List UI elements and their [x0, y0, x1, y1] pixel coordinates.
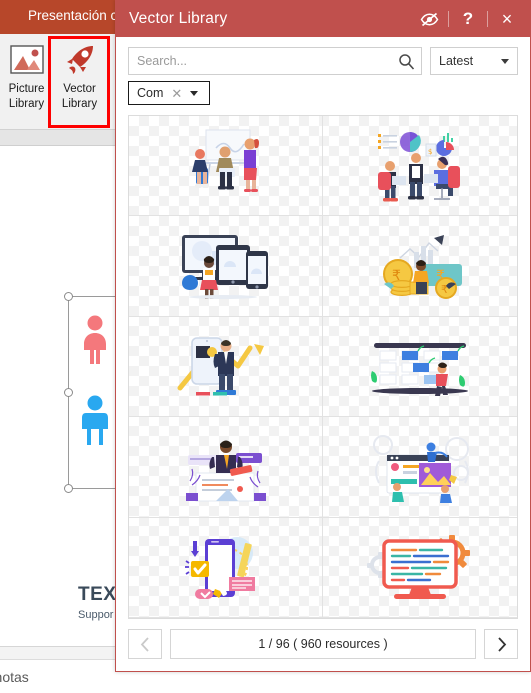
search-icon[interactable] — [391, 48, 421, 74]
search-box[interactable] — [128, 47, 422, 75]
pagination: 1 / 96 ( 960 resources ) — [116, 619, 530, 671]
person-icon-male — [78, 394, 112, 451]
notes-placeholder: r notas — [0, 669, 29, 685]
sort-dropdown[interactable]: Latest — [430, 47, 518, 75]
close-icon[interactable]: × — [494, 6, 520, 32]
chevron-down-icon[interactable] — [190, 90, 199, 96]
sort-dropdown-value: Latest — [439, 54, 474, 68]
vector-library-panel: Vector Library ? × Search... Latest Com … — [115, 0, 531, 672]
close-icon[interactable]: ✕ — [171, 87, 182, 100]
divider — [448, 11, 449, 27]
hide-icon[interactable] — [416, 6, 442, 32]
panel-title: Vector Library — [129, 10, 228, 27]
search-row: Latest — [116, 37, 530, 75]
rocket-icon — [60, 40, 100, 80]
vector-thumbnail[interactable] — [323, 417, 517, 518]
resize-handle[interactable] — [64, 484, 73, 493]
person-icon-female — [78, 314, 112, 371]
panel-title-actions: ? × — [416, 1, 530, 37]
ribbon-button-label: Vector — [63, 83, 96, 95]
vector-thumbnail[interactable]: $ — [323, 116, 517, 217]
help-icon[interactable]: ? — [455, 6, 481, 32]
ribbon-button-picture-library[interactable]: Picture Library — [0, 40, 53, 124]
picture-icon — [7, 40, 47, 80]
panel-titlebar: Vector Library ? × — [116, 1, 530, 37]
resize-handle[interactable] — [64, 387, 73, 397]
resize-handle[interactable] — [64, 292, 73, 301]
filter-row: Com ✕ — [116, 75, 530, 105]
vector-thumbnail[interactable] — [323, 317, 517, 418]
filter-chip-com[interactable]: Com ✕ — [128, 81, 210, 105]
ribbon-button-label: Library — [61, 98, 98, 110]
slide-heading: TEX — [78, 584, 117, 605]
ribbon-button-label: Picture — [8, 83, 45, 95]
prev-page-button[interactable] — [128, 629, 162, 659]
results-grid-container[interactable]: $ ₹ ₹ ₹ — [128, 115, 518, 619]
divider — [487, 11, 488, 27]
screen: Presentación con Picture Library Vector … — [0, 0, 531, 693]
page-info: 1 / 96 ( 960 resources ) — [170, 629, 476, 659]
ribbon-button-vector-library[interactable]: Vector Library — [53, 40, 106, 124]
vector-thumbnail[interactable]: ₹ ₹ ₹ — [323, 216, 517, 317]
results-grid: $ ₹ ₹ ₹ — [129, 116, 517, 618]
vector-thumbnail[interactable] — [129, 417, 323, 518]
chevron-down-icon — [501, 58, 509, 64]
vector-thumbnail[interactable] — [129, 517, 323, 618]
next-page-button[interactable] — [484, 629, 518, 659]
search-input[interactable] — [129, 48, 391, 74]
vector-thumbnail[interactable] — [129, 216, 323, 317]
filter-chip-label: Com — [137, 86, 164, 100]
vector-thumbnail[interactable] — [323, 518, 517, 618]
ribbon-button-label: Library — [8, 98, 45, 110]
slide-subtext: Suppor — [78, 609, 114, 621]
svg-text:$: $ — [428, 148, 432, 156]
vector-thumbnail[interactable] — [129, 316, 323, 418]
vector-thumbnail[interactable] — [129, 116, 323, 217]
